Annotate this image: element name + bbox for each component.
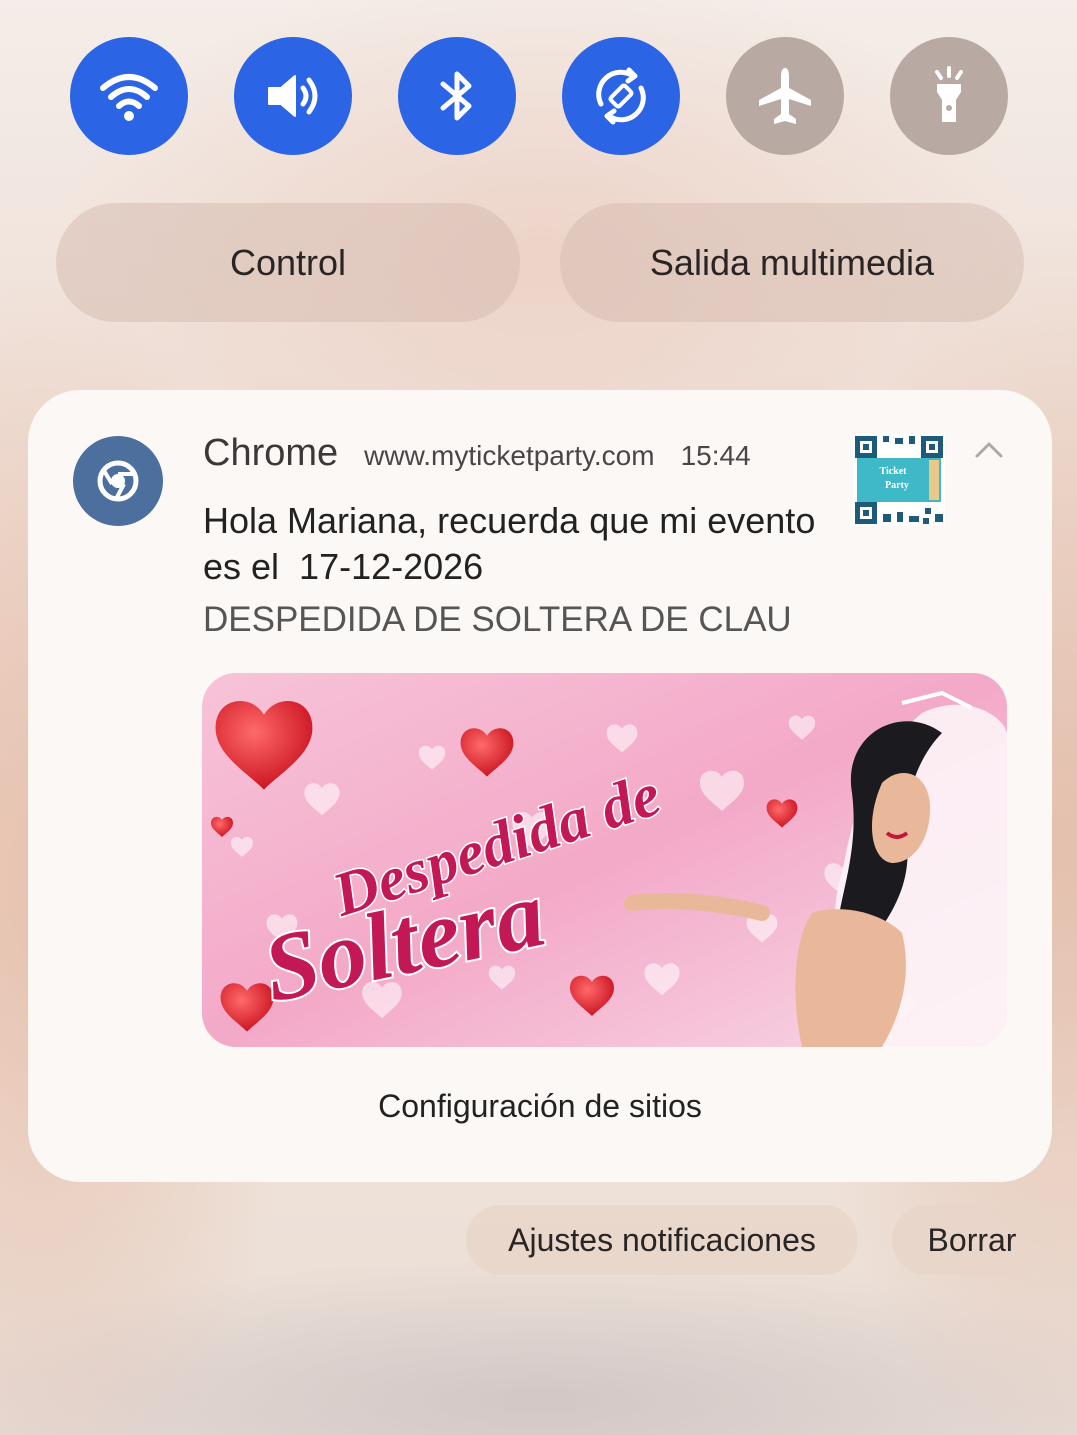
wifi-icon (100, 74, 158, 121)
site-settings-button[interactable]: Configuración de sitios (28, 1088, 1052, 1125)
rotate-icon (596, 67, 646, 125)
notification-subtitle: DESPEDIDA DE SOLTERA DE CLAU (203, 600, 792, 639)
airplane-mode-toggle[interactable] (726, 37, 844, 155)
app-name: Chrome (203, 432, 339, 474)
collapse-chevron-icon[interactable] (973, 438, 1005, 462)
wifi-toggle[interactable] (70, 37, 188, 155)
notification-header: Chrome www.myticketparty.com 15:44 (203, 432, 751, 475)
bluetooth-icon (440, 71, 472, 121)
control-button[interactable]: Control (56, 203, 520, 322)
site-url: www.myticketparty.com (364, 440, 655, 471)
notification-settings-button[interactable]: Ajustes notificaciones (466, 1205, 858, 1275)
volume-icon (268, 75, 318, 117)
flashlight-icon (935, 66, 963, 122)
notification-card[interactable]: Chrome www.myticketparty.com 15:44 Ticke… (28, 390, 1052, 1182)
thumbnail-line2: Party (885, 480, 909, 491)
chrome-app-badge (73, 436, 163, 526)
media-output-button[interactable]: Salida multimedia (560, 203, 1024, 322)
auto-rotate-toggle[interactable] (562, 37, 680, 155)
quick-actions-row: Control Salida multimedia (56, 203, 1024, 322)
thumbnail-line1: Ticket (879, 466, 907, 477)
ticket-party-thumbnail: Ticket Party (853, 434, 945, 526)
bluetooth-toggle[interactable] (398, 37, 516, 155)
clear-button[interactable]: Borrar (892, 1205, 1052, 1275)
event-banner-image: Despedida de Soltera (202, 673, 1007, 1047)
airplane-icon (759, 68, 811, 124)
chrome-icon (97, 460, 139, 502)
notification-time: 15:44 (680, 440, 751, 471)
notification-title: Hola Mariana, recuerda que mi evento es … (203, 500, 826, 587)
flashlight-toggle[interactable] (890, 37, 1008, 155)
sound-toggle[interactable] (234, 37, 352, 155)
quick-settings-row (70, 37, 1008, 155)
